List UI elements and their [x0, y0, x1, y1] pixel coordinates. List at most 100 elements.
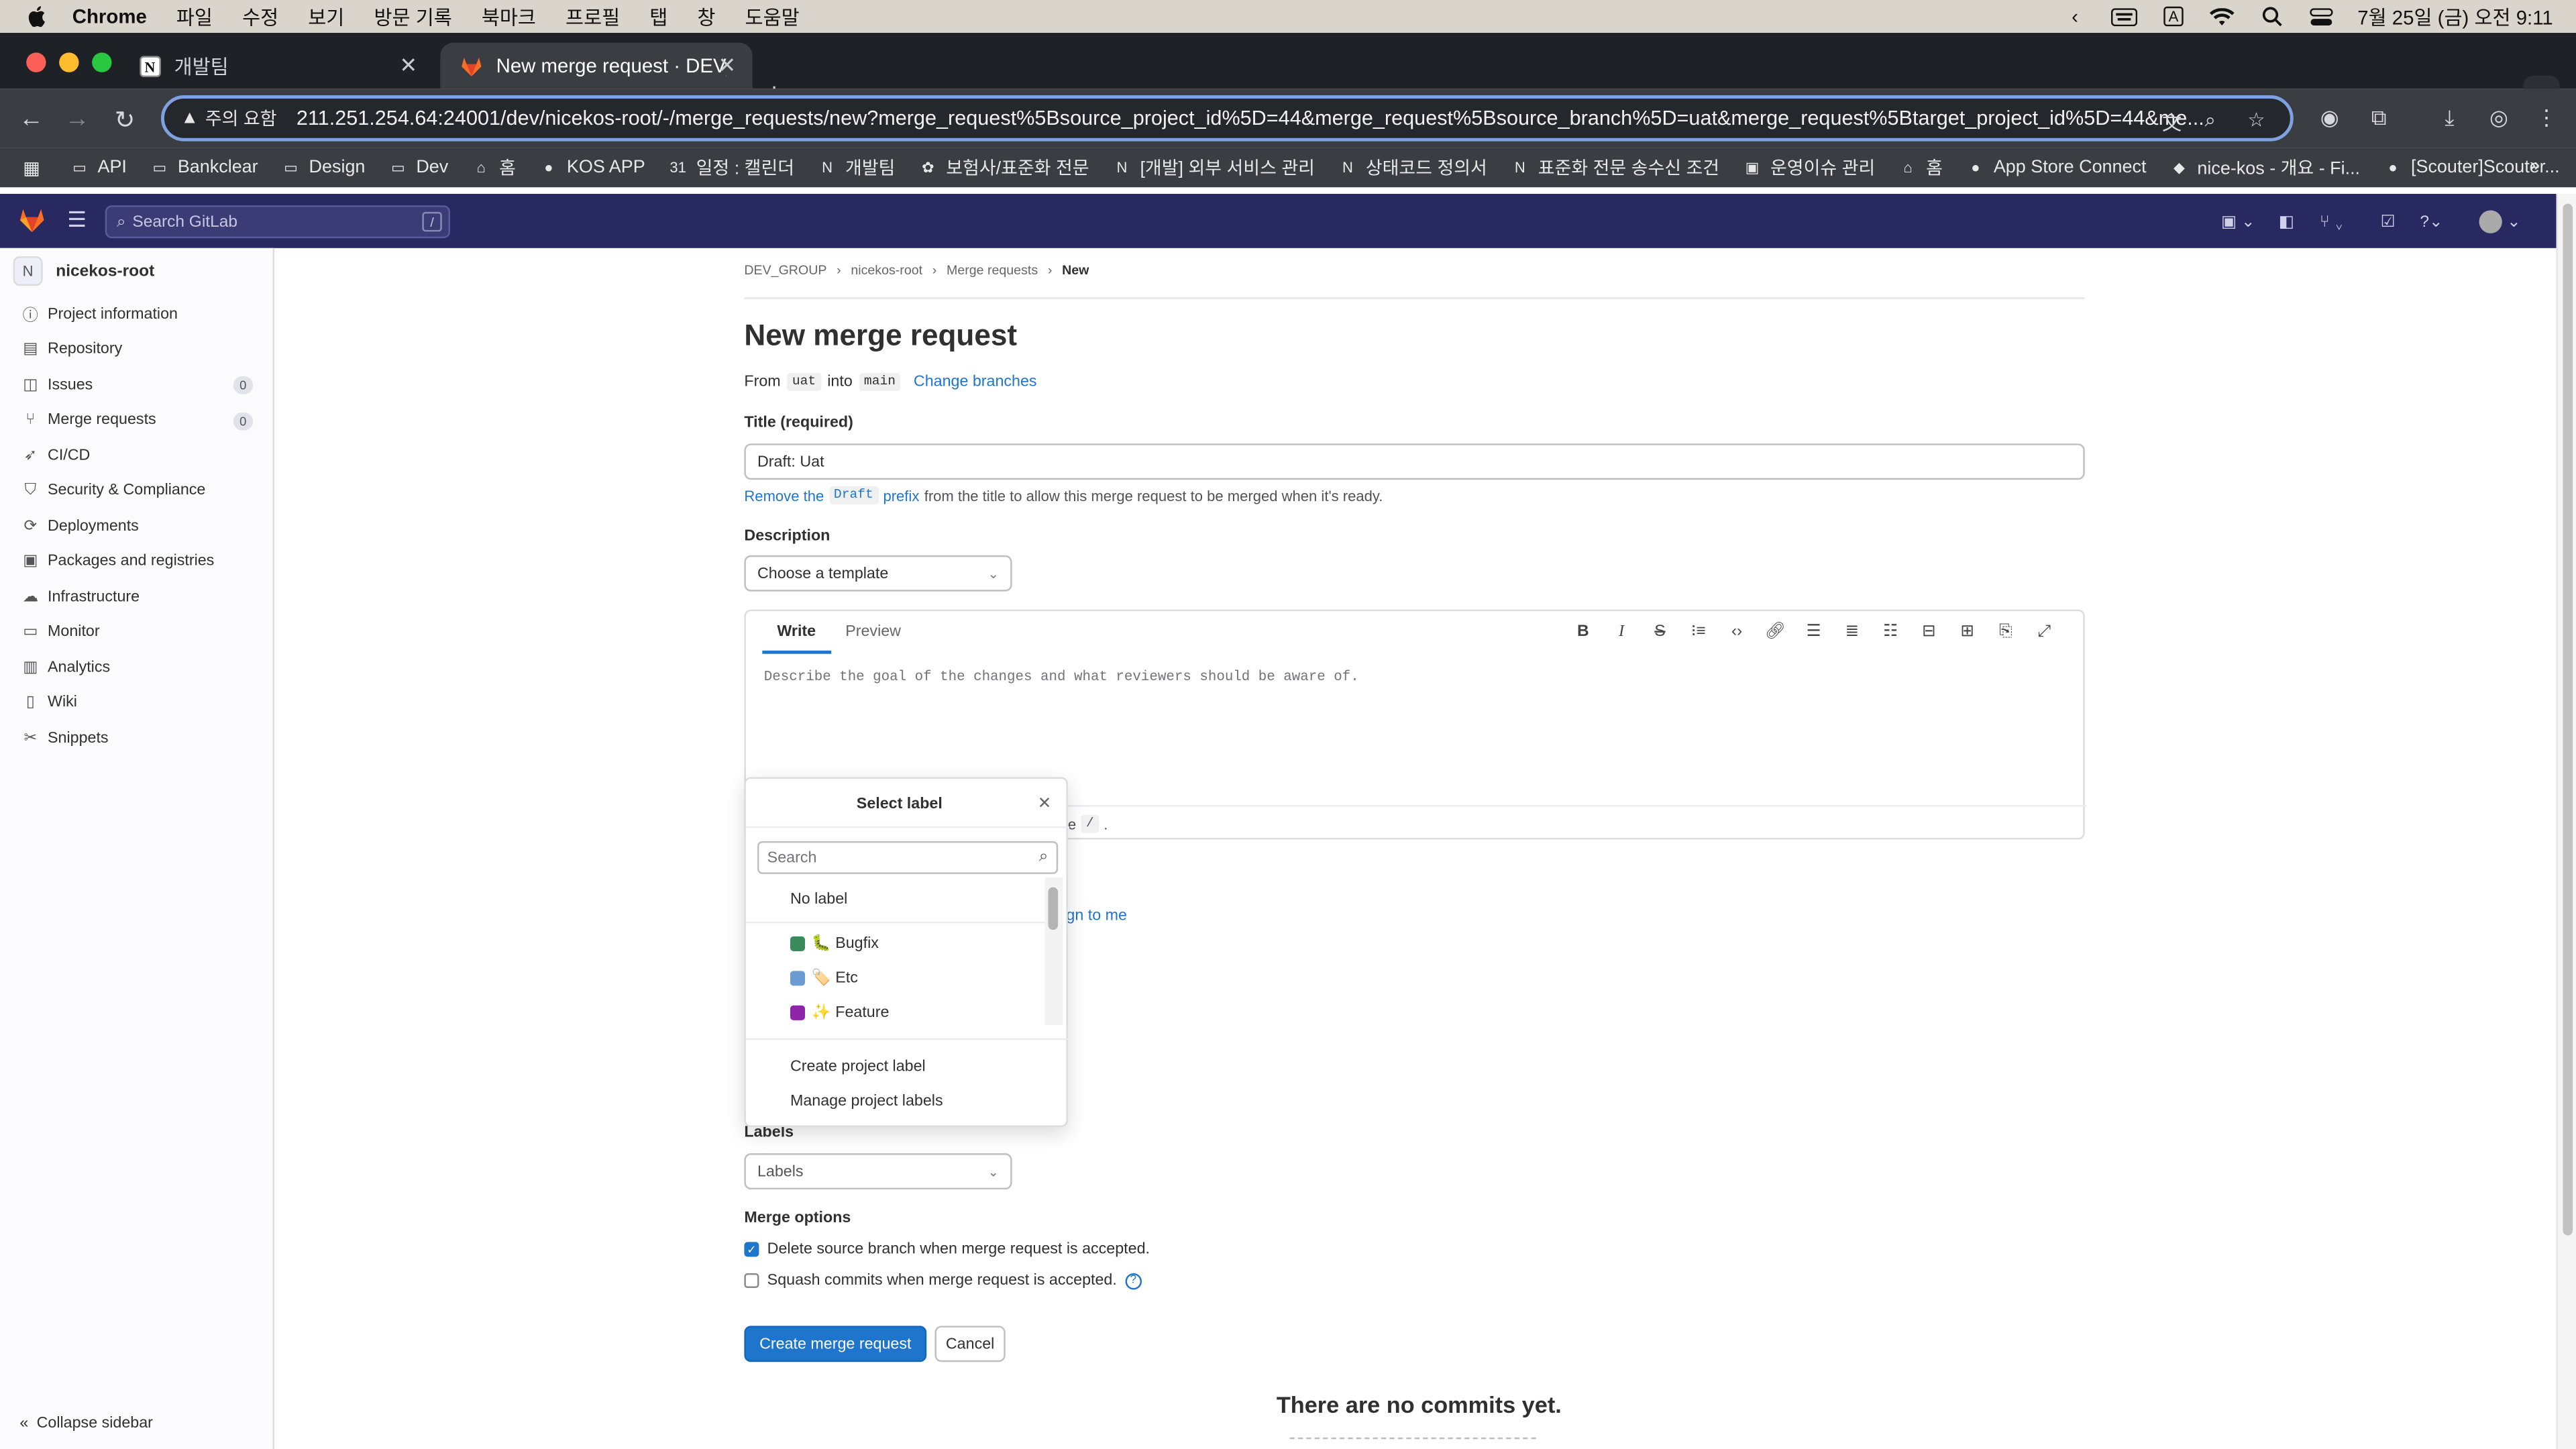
fullscreen-icon[interactable]: ⤢	[2025, 623, 2063, 641]
browser-tab-devteam[interactable]: N 개발팀 ✕	[118, 43, 433, 89]
bookmark-item[interactable]: N [개발] 외부 서비스 관리	[1112, 154, 1315, 180]
bookmark-item[interactable]: ▭ Design	[281, 158, 365, 177]
bookmark-item[interactable]: ▣ 운영이슈 관리	[1742, 154, 1876, 180]
project-header[interactable]: N nicekos-root	[13, 256, 154, 286]
sidebar-item-project-information[interactable]: ⓘ Project information	[21, 297, 260, 330]
bookmark-item[interactable]: ⌂ 홈	[472, 154, 516, 180]
minimize-window-button[interactable]	[59, 52, 79, 72]
mac-menu-item[interactable]: 북마크	[482, 3, 536, 31]
assign-to-me-link[interactable]: gn to me	[1066, 907, 1127, 925]
mac-menu-item[interactable]: 방문 기록	[374, 3, 451, 31]
breadcrumb-group[interactable]: DEV_GROUP	[744, 263, 826, 278]
create-merge-request-button[interactable]: Create merge request	[744, 1326, 927, 1362]
change-branches-link[interactable]: Change branches	[914, 373, 1037, 391]
delete-branch-option[interactable]: ✓ Delete source branch when merge reques…	[744, 1240, 1150, 1258]
sidebar-item-analytics[interactable]: ▥ Analytics	[21, 651, 260, 684]
input-source-icon[interactable]: A	[2160, 6, 2186, 27]
manage-project-labels-option[interactable]: Manage project labels	[790, 1093, 943, 1111]
remove-draft-prefix-link[interactable]: prefix	[883, 487, 919, 503]
mac-menu-item[interactable]: 보기	[308, 3, 344, 31]
back-icon[interactable]: ←	[16, 105, 46, 133]
sidebar-item-ci-cd[interactable]: ➶ CI/CD	[21, 439, 260, 472]
bookmark-item[interactable]: ● KOS APP	[539, 158, 645, 177]
zoom-icon[interactable]: ⌕	[2205, 109, 2228, 131]
close-tab-icon[interactable]: ✕	[718, 52, 736, 78]
app-name[interactable]: Chrome	[72, 5, 147, 28]
spotlight-search-icon[interactable]	[2259, 7, 2285, 27]
extensions-icon[interactable]: ⧉	[2366, 105, 2392, 131]
user-avatar[interactable]: ⌄	[2479, 210, 2521, 233]
bookmark-item[interactable]: ✿ 보험사/표준화 전문	[918, 154, 1089, 180]
breadcrumb-merge-requests[interactable]: Merge requests	[947, 263, 1038, 278]
merge-requests-nav-icon[interactable]: ⑂ ⌄	[2320, 210, 2344, 233]
squash-checkbox[interactable]	[744, 1273, 759, 1289]
close-tab-icon[interactable]: ✕	[399, 52, 417, 78]
code-icon[interactable]: ‹›	[1717, 623, 1756, 641]
bookmark-item[interactable]: 31 일정 : 캘린더	[668, 154, 794, 180]
bookmark-item[interactable]: ⌂ 홈	[1898, 154, 1943, 180]
label-option[interactable]: ✨ Feature	[790, 1004, 889, 1022]
mac-menu-item[interactable]: 수정	[242, 3, 278, 31]
keyboard-icon[interactable]	[2110, 7, 2138, 26]
tab-preview[interactable]: Preview	[830, 611, 916, 654]
clock[interactable]: 7월 25일 (금) 오전 9:11	[2357, 3, 2553, 31]
sidebar-item-security-compliance[interactable]: ⛉ Security & Compliance	[21, 474, 260, 507]
template-select[interactable]: Choose a template ⌄	[744, 555, 1012, 592]
collapse-sidebar-button[interactable]: « Collapse sidebar	[19, 1415, 153, 1433]
bookmark-item[interactable]: ◆ nice-kos - 개요 - Fi...	[2169, 154, 2360, 180]
numbered-list-icon[interactable]: ≣	[1833, 623, 1871, 641]
issues-nav-icon[interactable]: ◧	[2279, 210, 2294, 233]
remove-draft-link[interactable]: Remove the	[744, 487, 824, 503]
chevron-left-icon[interactable]: ‹	[2061, 5, 2088, 28]
security-indicator[interactable]: ▲ 주의 요함	[180, 105, 276, 131]
more-bookmarks-icon[interactable]: »	[2530, 156, 2540, 176]
sidebar-item-monitor[interactable]: ▭ Monitor	[21, 615, 260, 648]
cancel-button[interactable]: Cancel	[934, 1326, 1006, 1362]
zoom-window-button[interactable]	[92, 52, 112, 72]
reload-icon[interactable]: ↻	[110, 105, 140, 135]
sidebar-item-infrastructure[interactable]: ☁ Infrastructure	[21, 580, 260, 612]
bookmark-item[interactable]: N 상태코드 정의서	[1338, 154, 1487, 180]
bulleted-list-icon[interactable]: ☰	[1794, 623, 1833, 641]
table-icon[interactable]: ⊞	[1948, 623, 1986, 641]
sidebar-item-snippets[interactable]: ✂ Snippets	[21, 721, 260, 754]
close-window-button[interactable]	[26, 52, 46, 72]
translate-icon[interactable]: 文	[2162, 109, 2185, 135]
bookmark-item[interactable]: ● App Store Connect	[1966, 158, 2146, 177]
bold-icon[interactable]: B	[1564, 623, 1602, 641]
profile-icon[interactable]: ◎	[2485, 105, 2512, 131]
bookmark-item[interactable]: ▭ API	[70, 158, 127, 177]
attach-file-icon[interactable]: ⎘	[1986, 623, 2025, 641]
wifi-icon[interactable]	[2210, 7, 2236, 26]
description-textarea[interactable]: Describe the goal of the changes and wha…	[764, 669, 1359, 685]
sidebar-item-merge-requests[interactable]: ⑂ Merge requests 0	[21, 403, 260, 436]
dropdown-scrollbar[interactable]	[1048, 887, 1059, 930]
gitlab-search-input[interactable]: ⌕ Search GitLab /	[105, 205, 451, 239]
apple-icon[interactable]	[26, 5, 49, 28]
url-text[interactable]: 211.251.254.64:24001/dev/nicekos-root/-/…	[297, 107, 2204, 129]
bookmark-star-icon[interactable]: ☆	[2247, 109, 2270, 131]
download-icon[interactable]: ⤓	[2436, 105, 2463, 131]
collapsible-section-icon[interactable]: ⊟	[1910, 623, 1948, 641]
forward-icon[interactable]: →	[62, 105, 92, 133]
bookmark-item[interactable]: N 표준화 전문 송수신 조건	[1510, 154, 1719, 180]
squash-option[interactable]: Squash commits when merge request is acc…	[744, 1272, 1142, 1289]
sidebar-item-deployments[interactable]: ⟳ Deployments	[21, 509, 260, 542]
tab-write[interactable]: Write	[762, 611, 831, 654]
bookmark-item[interactable]: ▭ Dev	[388, 158, 448, 177]
close-icon[interactable]: ✕	[1038, 795, 1052, 813]
labels-select[interactable]: Labels ⌄	[744, 1153, 1012, 1190]
create-project-label-option[interactable]: Create project label	[790, 1058, 926, 1076]
no-label-option[interactable]: No label	[790, 890, 847, 908]
label-option[interactable]: 🐛 Bugfix	[790, 934, 879, 953]
strikethrough-icon[interactable]: S	[1641, 623, 1679, 641]
italic-icon[interactable]: I	[1603, 623, 1641, 641]
apps-grid-icon[interactable]: ▦	[23, 157, 40, 178]
browser-tab-merge-request[interactable]: New merge request · DEV_GR ✕	[440, 42, 753, 89]
help-icon[interactable]: ?	[1125, 1272, 1142, 1289]
page-scrollbar[interactable]	[2556, 193, 2576, 1449]
sidebar-item-issues[interactable]: ◫ Issues 0	[21, 368, 260, 401]
mac-menu-item[interactable]: 탭	[649, 3, 667, 31]
mac-menu-item[interactable]: 창	[697, 3, 715, 31]
todos-icon[interactable]: ☑	[2381, 210, 2396, 233]
